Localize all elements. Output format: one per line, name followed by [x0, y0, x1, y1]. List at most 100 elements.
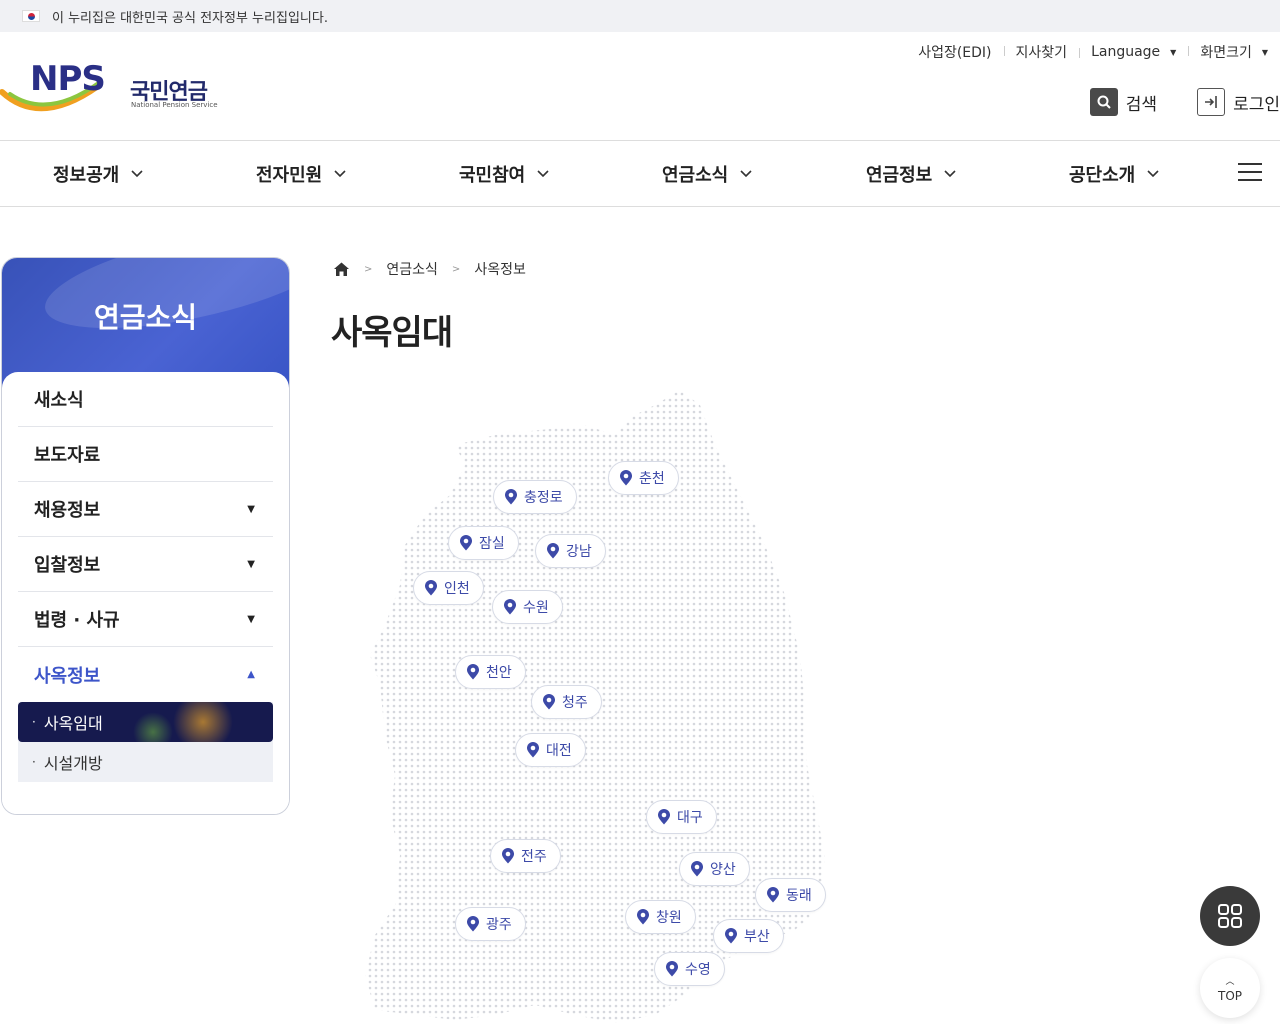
- lnb-item-recruit[interactable]: 채용정보 ▼: [18, 482, 273, 537]
- utility-links: 사업장(EDI) 지사찾기 Language ▼ 화면크기 ▼: [906, 42, 1280, 62]
- chevron-down-icon: [1147, 170, 1159, 178]
- map-pin-dongnae[interactable]: 동래: [755, 878, 826, 912]
- chevron-down-icon: [334, 170, 346, 178]
- lnb-item-regulations[interactable]: 법령 · 사규 ▼: [18, 592, 273, 647]
- location-pin-icon: [691, 861, 703, 877]
- page-title: 사옥임대: [331, 313, 453, 353]
- menu-icon[interactable]: [1238, 163, 1262, 183]
- global-nav: 정보공개 전자민원 국민참여 연금소식 연금정보 공단소개: [0, 141, 1280, 207]
- lnb-item-news[interactable]: 새소식: [18, 372, 273, 427]
- gnb-pension-info[interactable]: 연금정보: [866, 141, 956, 207]
- breadcrumb-level-2[interactable]: 사옥정보: [474, 259, 526, 279]
- location-pin-icon: [460, 535, 472, 551]
- location-pin-icon: [467, 664, 479, 680]
- logo-english: National Pension Service: [131, 101, 218, 109]
- login-icon: [1197, 88, 1226, 116]
- grid-icon: [1218, 904, 1242, 928]
- location-pin-icon: [547, 543, 559, 559]
- util-language[interactable]: Language ▼: [1079, 44, 1188, 60]
- map-pin-incheon[interactable]: 인천: [413, 571, 484, 605]
- location-pin-icon: [725, 928, 737, 944]
- location-pin-icon: [543, 694, 555, 710]
- search-button[interactable]: 검색: [1089, 88, 1158, 116]
- map-pin-daegu[interactable]: 대구: [646, 800, 717, 834]
- search-label: 검색: [1125, 94, 1158, 115]
- login-label: 로그인: [1233, 94, 1280, 115]
- caret-down-icon: ▼: [1261, 47, 1268, 57]
- chevron-right-icon: >: [451, 263, 461, 275]
- caret-down-icon: ▼: [1170, 47, 1177, 57]
- map-pin-chuncheon[interactable]: 춘천: [608, 461, 679, 495]
- location-pin-icon: [658, 809, 670, 825]
- lnb-menu: 새소식 보도자료 채용정보 ▼ 입찰정보 ▼ 법령 · 사규 ▼ 사옥정보 ▲ · 사옥임…: [2, 372, 289, 814]
- lnb-submenu: · 사옥임대 · 시설개방: [18, 702, 273, 782]
- gov-banner-text: 이 누리집은 대한민국 공식 전자정부 누리집입니다.: [52, 10, 328, 26]
- lnb-item-bidding[interactable]: 입찰정보 ▼: [18, 537, 273, 592]
- logo-mark-text: NPS: [30, 59, 105, 99]
- chevron-right-icon: >: [364, 263, 373, 275]
- lnb-sub-facility-open[interactable]: · 시설개방: [18, 742, 273, 782]
- top-label: TOP: [1217, 988, 1242, 1003]
- quick-menu-button[interactable]: [1200, 886, 1260, 946]
- util-screen-size[interactable]: 화면크기 ▼: [1188, 42, 1280, 62]
- location-pin-icon: [504, 599, 516, 615]
- location-pin-icon: [425, 580, 437, 596]
- location-pin-icon: [467, 916, 479, 932]
- lnb-item-building-info[interactable]: 사옥정보 ▲: [18, 647, 273, 702]
- gnb-info-disclosure[interactable]: 정보공개: [53, 141, 143, 207]
- map-pin-yangsan[interactable]: 양산: [679, 852, 750, 886]
- location-pin-icon: [666, 961, 678, 977]
- map-pin-gwangju[interactable]: 광주: [455, 907, 526, 941]
- util-branch-finder[interactable]: 지사찾기: [1003, 42, 1080, 62]
- header-actions: 검색 로그인: [1050, 88, 1280, 116]
- chevron-up-icon: ︿: [1225, 976, 1235, 987]
- search-icon: [1089, 88, 1118, 116]
- gnb-about[interactable]: 공단소개: [1069, 141, 1159, 207]
- breadcrumb-level-1[interactable]: 연금소식: [386, 259, 438, 279]
- lnb-item-press[interactable]: 보도자료: [18, 427, 273, 482]
- map-pin-jeonju[interactable]: 전주: [490, 839, 561, 873]
- gov-banner: 이 누리집은 대한민국 공식 전자정부 누리집입니다.: [0, 0, 1280, 32]
- location-pin-icon: [637, 909, 649, 925]
- map-pin-suyeong[interactable]: 수영: [654, 952, 725, 986]
- chevron-down-icon: [740, 170, 752, 178]
- nps-logo[interactable]: NPS 국민연금 National Pension Service: [0, 52, 230, 116]
- triangle-down-icon: ▼: [247, 503, 255, 515]
- chevron-down-icon: [944, 170, 956, 178]
- location-pin-icon: [505, 489, 517, 505]
- local-nav: 연금소식 새소식 보도자료 채용정보 ▼ 입찰정보 ▼ 법령 · 사규 ▼ 사옥정보 ▲…: [1, 257, 290, 815]
- lnb-header: 연금소식: [2, 258, 289, 388]
- breadcrumb: > 연금소식 > 사옥정보: [333, 259, 526, 279]
- gnb-pension-news[interactable]: 연금소식: [662, 141, 752, 207]
- map-pin-changwon[interactable]: 창원: [625, 900, 696, 934]
- header: NPS 국민연금 National Pension Service 사업장(ED…: [0, 32, 1280, 141]
- map-pin-chungjeongro[interactable]: 충정로: [493, 480, 577, 514]
- korea-flag-icon: [22, 10, 40, 22]
- lnb-title: 연금소식: [93, 301, 198, 334]
- gnb-e-civil[interactable]: 전자민원: [256, 141, 346, 207]
- chevron-down-icon: [131, 170, 143, 178]
- map-pin-daejeon[interactable]: 대전: [515, 733, 586, 767]
- location-pin-icon: [767, 887, 779, 903]
- nps-logo-mark-icon: NPS: [0, 59, 106, 112]
- location-pin-icon: [620, 470, 632, 486]
- gnb-participation[interactable]: 국민참여: [459, 141, 549, 207]
- triangle-up-icon: ▲: [247, 669, 255, 680]
- map-pin-cheongju[interactable]: 청주: [531, 685, 602, 719]
- triangle-down-icon: ▼: [247, 558, 255, 570]
- map-pin-suwon[interactable]: 수원: [492, 590, 563, 624]
- map-pin-gangnam[interactable]: 강남: [535, 534, 606, 568]
- home-icon[interactable]: [333, 261, 350, 277]
- lnb-sub-building-lease[interactable]: · 사옥임대: [18, 702, 273, 742]
- login-button[interactable]: 로그인: [1197, 88, 1280, 116]
- map-pin-cheonan[interactable]: 천안: [455, 655, 526, 689]
- util-edi[interactable]: 사업장(EDI): [906, 42, 1003, 62]
- location-pin-icon: [527, 742, 539, 758]
- map-pin-jamsil[interactable]: 잠실: [448, 526, 519, 560]
- triangle-down-icon: ▼: [247, 613, 255, 625]
- chevron-down-icon: [537, 170, 549, 178]
- map-pin-busan[interactable]: 부산: [713, 919, 784, 953]
- korea-map: 춘천 충정로 잠실 강남 인천 수원 천안 청주 대전 대구 전주 양산 동래 …: [355, 385, 845, 1024]
- location-pin-icon: [502, 848, 514, 864]
- scroll-top-button[interactable]: ︿ TOP: [1200, 958, 1260, 1018]
